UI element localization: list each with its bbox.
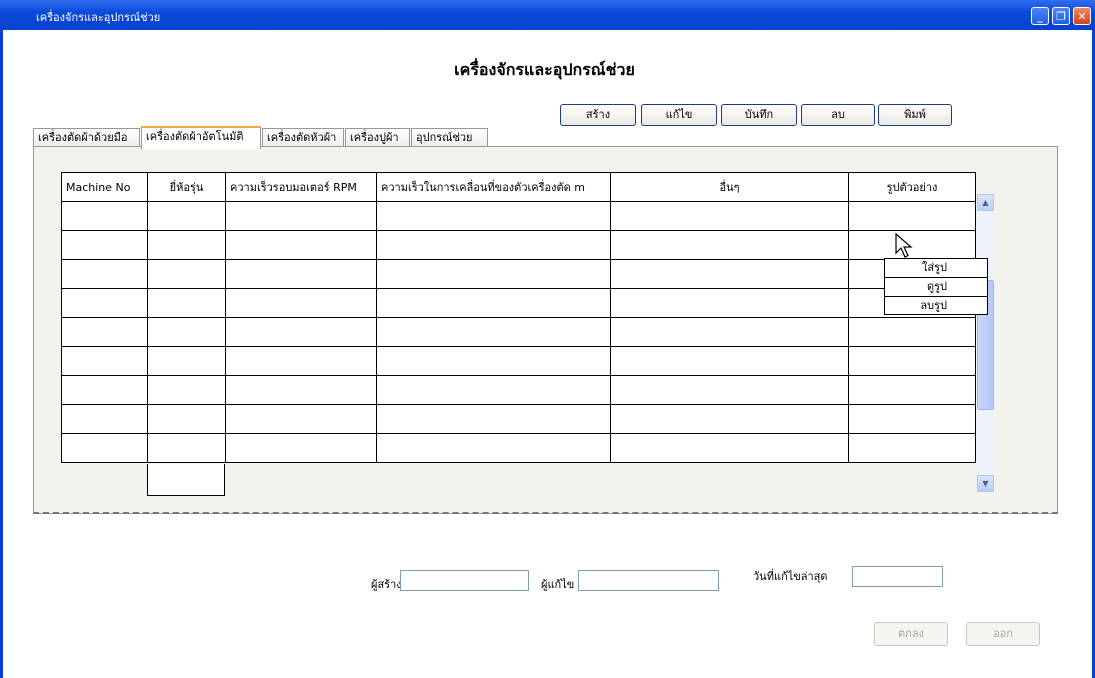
table-row[interactable] (61, 259, 976, 289)
last-modified-label: วันที่แก้ไขล่าสุด (753, 570, 828, 583)
col-motor-speed[interactable]: ความเร็วรอบมอเตอร์ RPM (225, 172, 377, 202)
editor-field[interactable] (578, 570, 719, 591)
tab-end-cutter[interactable]: เครื่องตัดหัวผ้า (262, 128, 344, 148)
tab-manual-cutter[interactable]: เครื่องตัดผ้าด้วยมือ (33, 128, 140, 148)
table-row[interactable] (61, 288, 976, 318)
table-scrollbar[interactable]: ▲ ▼ (977, 194, 994, 492)
col-other[interactable]: อื่นๆ (610, 172, 849, 202)
table-row[interactable] (61, 317, 976, 347)
last-modified-field[interactable] (852, 566, 943, 587)
minimize-icon[interactable]: _ (1031, 7, 1049, 25)
col-move-speed[interactable]: ความเร็วในการเคลื่อนที่ของตัวเครื่องตัด … (376, 172, 611, 202)
table-row[interactable] (61, 346, 976, 376)
exit-button[interactable]: ออก (966, 622, 1040, 646)
machine-table: Machine No ยี่ห้อรุ่น ความเร็วรอบมอเตอร์… (61, 172, 976, 463)
tab-auto-cutter[interactable]: เครื่องตัดผ้าอัตโนมัติ (141, 126, 261, 149)
tab-accessories[interactable]: อุปกรณ์ช่วย (411, 128, 488, 148)
panel-divider (33, 512, 1058, 514)
editor-label: ผู้แก้ไข (541, 578, 575, 591)
col-brand[interactable]: ยี่ห้อรุ่น (147, 172, 226, 202)
table-row[interactable] (61, 375, 976, 405)
page-title: เครื่องจักรและอุปกรณ์ช่วย (454, 60, 635, 79)
col-sample-image[interactable]: รูปตัวอย่าง (848, 172, 976, 202)
edit-button[interactable]: แก้ไข (641, 104, 717, 126)
window-title: เครื่องจักรและอุปกรณ์ช่วย (36, 11, 161, 24)
table-row[interactable] (61, 433, 976, 463)
title-bar: เครื่องจักรและอุปกรณ์ช่วย _ ❐ ✕ (0, 0, 1095, 30)
ok-button[interactable]: ตกลง (874, 622, 948, 646)
scroll-up-icon[interactable]: ▲ (977, 194, 994, 211)
save-button[interactable]: บันทึก (721, 104, 797, 126)
restore-icon[interactable]: ❐ (1052, 7, 1070, 25)
delete-button[interactable]: ลบ (801, 104, 875, 126)
close-icon[interactable]: ✕ (1073, 7, 1091, 25)
menu-item-insert-image[interactable]: ใส่รูป (885, 259, 987, 278)
table-header-row: Machine No ยี่ห้อรุ่น ความเร็วรอบมอเตอร์… (61, 172, 976, 202)
creator-label: ผู้สร้าง (371, 578, 402, 591)
print-button[interactable]: พิมพ์ (878, 104, 952, 126)
menu-item-delete-image[interactable]: ลบรูป (885, 297, 987, 315)
scroll-down-icon[interactable]: ▼ (977, 475, 994, 492)
table-row[interactable] (61, 230, 976, 260)
creator-field[interactable] (400, 570, 529, 591)
col-machine-no[interactable]: Machine No (61, 172, 148, 202)
image-context-menu: ใส่รูป ดูรูป ลบรูป (884, 258, 988, 315)
table-row[interactable] (61, 404, 976, 434)
tab-spreader[interactable]: เครื่องปูผ้า (345, 128, 410, 148)
mouse-cursor-icon (895, 233, 913, 258)
table-extra-cell (147, 464, 225, 496)
create-button[interactable]: สร้าง (560, 104, 636, 126)
menu-item-view-image[interactable]: ดูรูป (885, 278, 987, 297)
table-row[interactable] (61, 201, 976, 231)
